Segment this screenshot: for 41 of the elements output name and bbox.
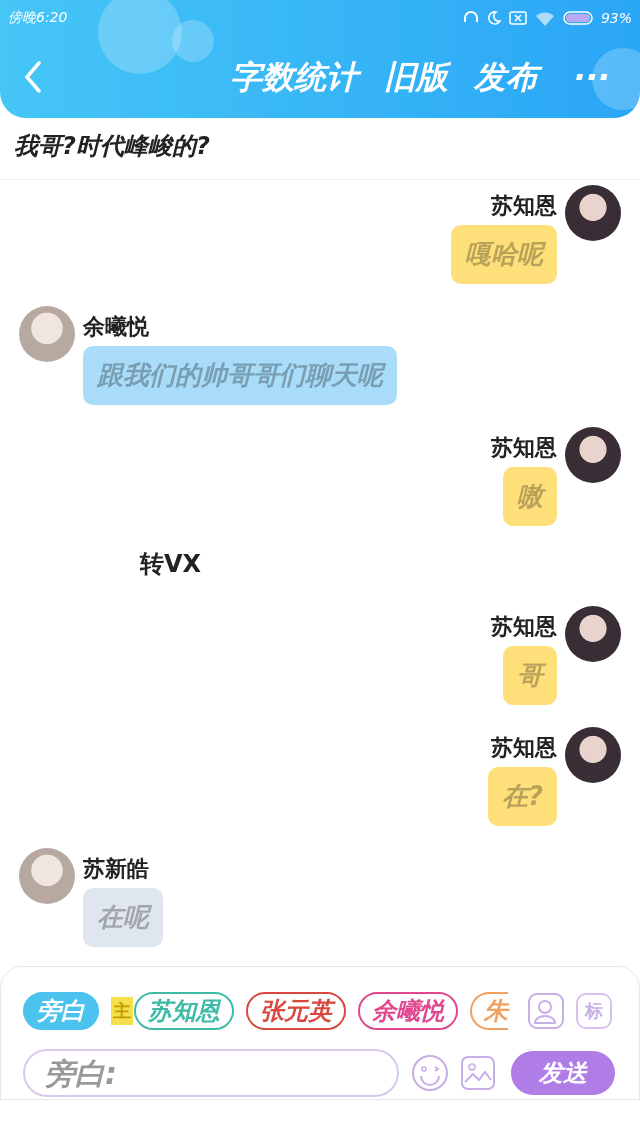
send-button[interactable]: 发送 xyxy=(511,1051,615,1095)
sender-name: 苏知恩 xyxy=(491,434,557,462)
lead-badge: 主 xyxy=(111,997,133,1025)
chapter-title: 我哥?时代峰峻的? xyxy=(14,132,210,160)
message-bubble: 在呢 xyxy=(83,888,163,947)
avatar[interactable] xyxy=(565,427,621,483)
narration-text: 转VX xyxy=(138,549,203,580)
more-button[interactable]: ··· xyxy=(571,55,616,99)
message-bubble: 嗷 xyxy=(503,467,557,526)
avatar[interactable] xyxy=(565,606,621,662)
sender-name: 苏知恩 xyxy=(491,734,557,762)
image-icon[interactable] xyxy=(461,1056,495,1090)
wifi-icon xyxy=(534,10,555,26)
emoji-icon[interactable] xyxy=(411,1054,449,1092)
battery-level: 93% xyxy=(600,10,632,26)
role-tag[interactable]: 张元英 xyxy=(246,992,346,1030)
message-bubble: 跟我们的帅哥哥们聊天呢 xyxy=(83,346,397,405)
status-time: 傍晚6:20 xyxy=(8,9,68,27)
avatar[interactable] xyxy=(565,185,621,241)
message-bubble: 哥 xyxy=(503,646,557,705)
header-action[interactable]: 字数统计 xyxy=(227,55,364,99)
header-action[interactable]: 旧版 xyxy=(381,55,454,99)
role-tag[interactable]: 朱 xyxy=(470,992,508,1030)
message-bubble: 在? xyxy=(487,767,557,826)
header-action[interactable]: 发布 xyxy=(471,55,544,99)
avatar[interactable] xyxy=(565,727,621,783)
sender-name: 苏知恩 xyxy=(491,613,557,641)
battery-icon xyxy=(562,11,593,25)
role-tag[interactable]: 余曦悦 xyxy=(358,992,458,1030)
sender-name: 余曦悦 xyxy=(83,313,149,341)
role-tag[interactable]: 苏知恩 xyxy=(134,992,234,1030)
sim-icon xyxy=(508,11,527,25)
sender-name: 苏知恩 xyxy=(491,192,557,220)
back-icon[interactable] xyxy=(24,61,42,93)
person-icon[interactable] xyxy=(528,993,564,1029)
message-bubble: 嘎哈呢 xyxy=(451,225,557,284)
sender-name: 苏新皓 xyxy=(83,855,149,883)
role-tag[interactable]: 旁白 xyxy=(23,992,99,1030)
annotate-button[interactable]: 标 xyxy=(576,993,612,1029)
moon-icon xyxy=(486,11,501,25)
message-input[interactable]: 旁白: xyxy=(23,1049,399,1097)
